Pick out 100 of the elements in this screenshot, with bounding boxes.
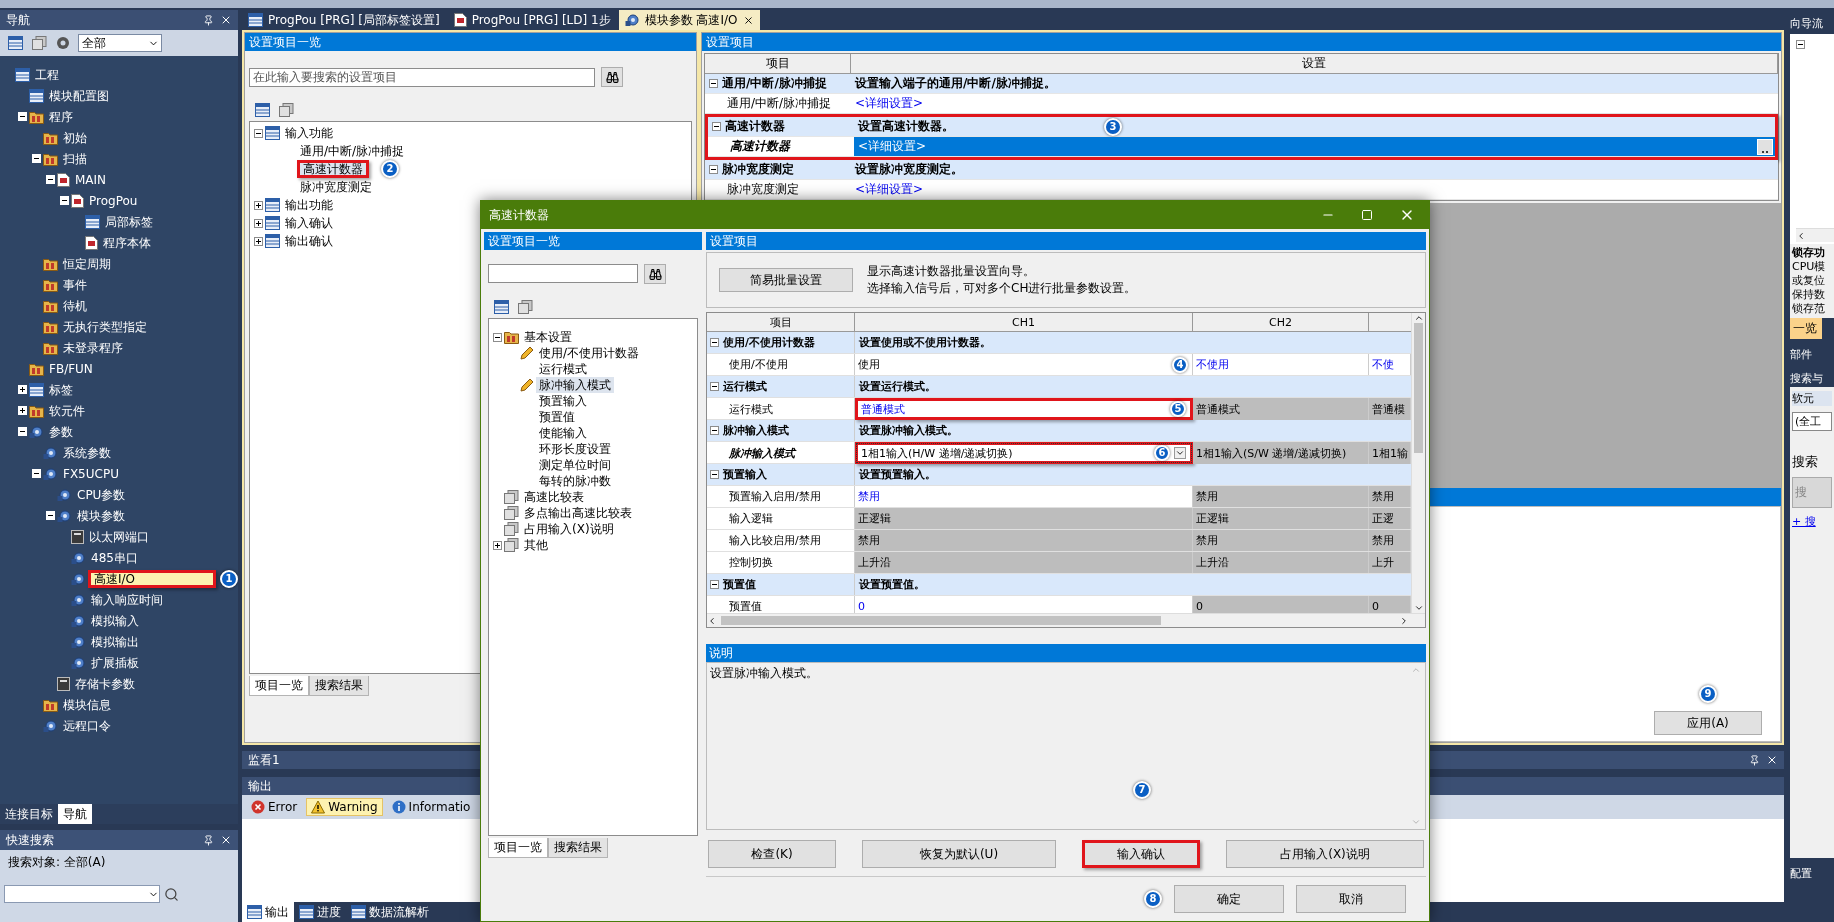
action-button[interactable]: 输入确认 xyxy=(1082,840,1200,868)
panel-tab[interactable]: 进度 xyxy=(294,902,346,922)
scrollbar-thumb[interactable] xyxy=(1414,323,1423,453)
tree-item[interactable]: 485串口 xyxy=(88,549,141,566)
tree-item[interactable]: 模块信息 xyxy=(60,696,114,713)
tree-item[interactable]: 扩展插板 xyxy=(88,654,142,671)
tree-item[interactable]: 标签 xyxy=(46,381,76,398)
value-cell[interactable]: 正逻辑 xyxy=(855,508,1193,529)
tree-item[interactable]: 输入功能 xyxy=(282,125,336,141)
tree-item[interactable]: 运行模式 xyxy=(536,361,590,377)
value-cell[interactable]: 0 xyxy=(1369,596,1411,613)
tree-item[interactable]: 系统参数 xyxy=(60,444,114,461)
tree-item[interactable]: 输出确认 xyxy=(282,233,336,249)
value-cell[interactable]: 正逻 xyxy=(1369,508,1411,529)
tree-item[interactable]: 预置值 xyxy=(536,409,578,425)
tree-item[interactable]: 占用输入(X)说明 xyxy=(521,521,617,537)
value-cell[interactable]: 普通模式 5 xyxy=(855,398,1193,420)
collapse-icon[interactable] xyxy=(709,165,718,174)
expand-all-icon[interactable] xyxy=(492,298,510,316)
panel-tab[interactable]: 项目一览 xyxy=(488,838,548,858)
tree-item[interactable]: FB/FUN xyxy=(46,360,96,377)
value-cell[interactable]: 不使用 xyxy=(1193,354,1369,375)
search-scope-menu[interactable]: 搜索对象: 全部(A) xyxy=(0,850,238,875)
action-button[interactable]: 恢复为默认(U) xyxy=(862,840,1056,868)
search-field[interactable] xyxy=(488,264,638,283)
document-tab[interactable]: ProgPou [PRG] [LD] 1步 xyxy=(447,10,617,30)
expand-icon[interactable] xyxy=(493,540,502,550)
tree-item[interactable]: 高速比较表 xyxy=(521,489,587,505)
collapse-icon[interactable] xyxy=(254,128,263,138)
tree-item[interactable]: 局部标签 xyxy=(102,213,156,230)
tree-item[interactable]: 使用/不使用计数器 xyxy=(536,345,643,361)
expand-icon[interactable] xyxy=(254,236,263,246)
search-icon[interactable] xyxy=(164,886,179,902)
pin-icon[interactable] xyxy=(203,834,214,846)
tree-item[interactable]: 程序 xyxy=(46,108,76,125)
filter-dropdown[interactable]: 全部 xyxy=(78,34,162,52)
tree-item[interactable]: 每转的脉冲数 xyxy=(536,473,614,489)
tree-item[interactable]: 多点输出高速比较表 xyxy=(521,505,635,521)
tree-item[interactable]: 扫描 xyxy=(60,150,90,167)
cancel-button[interactable]: 取消 xyxy=(1296,885,1406,913)
close-icon[interactable] xyxy=(220,834,232,846)
dropdown-caret-icon[interactable] xyxy=(1174,447,1186,459)
value-cell[interactable]: 普通模 xyxy=(1369,398,1411,420)
collapse-icon[interactable] xyxy=(710,426,719,435)
tree-item[interactable]: 远程口令 xyxy=(60,717,114,734)
more-button[interactable] xyxy=(1757,138,1773,155)
search-field[interactable] xyxy=(4,885,160,903)
device-tab[interactable]: 软元 xyxy=(1792,391,1832,406)
close-icon[interactable] xyxy=(220,14,232,26)
expand-all-icon[interactable] xyxy=(253,101,271,119)
tree-item[interactable]: 通用/中断/脉冲捕捉 xyxy=(297,143,408,159)
ok-button[interactable]: 确定 xyxy=(1174,885,1284,913)
value-cell[interactable]: 禁用 xyxy=(855,530,1193,551)
panel-tab[interactable]: 连接目标 xyxy=(0,804,58,824)
tree-item[interactable]: 模块参数 xyxy=(74,507,128,524)
collapse-all-icon[interactable] xyxy=(277,101,295,119)
tree-item[interactable]: 高速I/O xyxy=(88,569,216,588)
close-icon[interactable] xyxy=(742,14,754,26)
panel-tab[interactable]: 导航 xyxy=(58,804,92,824)
tree-item[interactable]: ProgPou xyxy=(86,192,141,209)
tree-item[interactable]: 脉冲输入模式 xyxy=(536,377,614,393)
collapse-all-icon[interactable] xyxy=(516,298,534,316)
tree-item[interactable]: 事件 xyxy=(60,276,90,293)
filter-toggle[interactable]: Error xyxy=(246,798,303,816)
tree-item[interactable]: CPU参数 xyxy=(74,486,129,503)
collapse-icon[interactable] xyxy=(493,332,502,342)
collapse-icon[interactable] xyxy=(710,338,719,347)
value-cell[interactable]: 1相1输 xyxy=(1369,442,1411,464)
panel-tab[interactable]: 输出 xyxy=(242,902,294,922)
tree-item[interactable]: 存储卡参数 xyxy=(72,675,138,692)
tree-item[interactable]: 脉冲宽度测定 xyxy=(297,179,375,195)
dots-icon[interactable] xyxy=(1761,149,1769,154)
tree-item[interactable]: 高速计数器 xyxy=(297,160,369,178)
tree-item[interactable]: 程序本体 xyxy=(100,234,154,251)
value-cell[interactable]: 禁用 xyxy=(1193,530,1369,551)
scroll-left-icon[interactable] xyxy=(707,615,717,626)
filter-toggle[interactable]: Warning xyxy=(306,798,383,816)
value-cell[interactable]: 0 xyxy=(855,596,1193,613)
tree-item[interactable]: MAIN xyxy=(72,171,110,188)
panel-tab[interactable]: 项目一览 xyxy=(249,676,309,696)
close-icon[interactable] xyxy=(1766,754,1778,766)
detail-link[interactable]: <详细设置> xyxy=(851,94,1778,113)
panel-tab[interactable]: 搜索结果 xyxy=(548,838,608,858)
search-link[interactable]: + 搜 xyxy=(1792,514,1832,529)
value-cell[interactable]: 上升 xyxy=(1369,552,1411,573)
pin-icon[interactable] xyxy=(203,14,214,26)
tree-item[interactable]: 恒定周期 xyxy=(60,255,114,272)
tree-item[interactable]: 测定单位时间 xyxy=(536,457,614,473)
panel-tab[interactable]: 搜索结果 xyxy=(309,676,369,696)
tree-view-icon[interactable] xyxy=(6,34,24,52)
tree-item[interactable]: 输入确认 xyxy=(282,215,336,231)
value-dropdown[interactable]: 1相1输入(H/W 递增/递减切换) 6 xyxy=(855,442,1193,464)
tree-item[interactable]: 初始 xyxy=(60,129,90,146)
search-field[interactable]: 在此输入要搜索的设置项目 xyxy=(249,67,595,87)
tree-item[interactable]: 其他 xyxy=(521,537,551,553)
detail-link[interactable]: <详细设置> xyxy=(851,180,1778,199)
tree-item[interactable]: 未登录程序 xyxy=(60,339,126,356)
action-button[interactable]: 占用输入(X)说明 xyxy=(1226,840,1424,868)
value-cell[interactable]: 使用 4 xyxy=(855,354,1193,375)
value-cell[interactable]: 不使 xyxy=(1369,354,1411,375)
